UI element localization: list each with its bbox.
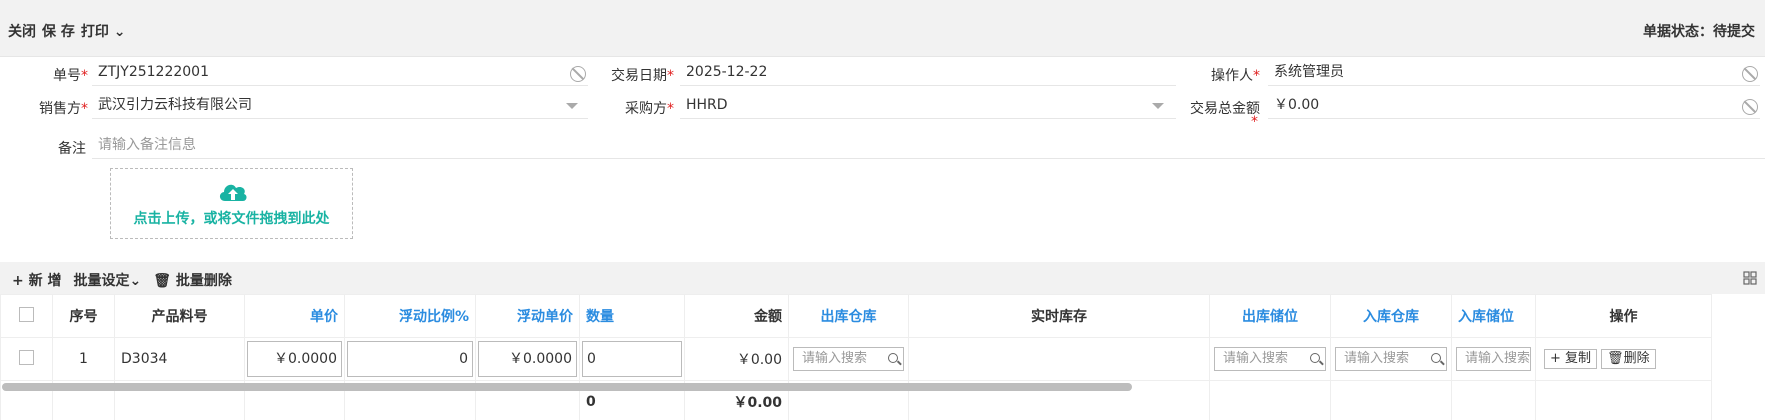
print-button[interactable]: 打印 ⌄ (81, 21, 126, 41)
buyer-label: 采购方* (625, 101, 674, 117)
out-location-search[interactable]: 请输入搜索 (1214, 347, 1326, 371)
seller-label: 销售方* (39, 101, 88, 117)
column-header-out-warehouse: 出库仓库 (788, 294, 909, 338)
column-settings-icon[interactable] (1743, 271, 1757, 285)
order-no-label: 单号* (53, 68, 88, 84)
select-all-checkbox[interactable] (0, 294, 53, 338)
batch-set-button[interactable]: 批量设定⌄ (73, 270, 141, 290)
column-header-product-code: 产品料号 (114, 294, 245, 338)
table-header-row: 序号 产品料号 单价 浮动比例% 浮动单价 数量 金额 出库仓库 实时库存 出库… (0, 294, 1713, 338)
total-amount-field[interactable]: ￥0.00 (1268, 91, 1760, 119)
in-warehouse-search[interactable]: 请输入搜索 (1335, 347, 1447, 371)
in-warehouse-search-placeholder: 请输入搜索 (1344, 351, 1410, 366)
column-header-in-location: 入库储位 (1450, 294, 1537, 338)
remark-input[interactable]: 请输入备注信息 (92, 131, 1765, 159)
buyer-select[interactable]: HHRD (680, 91, 1176, 119)
disabled-icon (1742, 66, 1758, 82)
document-status: 单据状态：待提交 (1643, 24, 1755, 40)
trade-date-label: 交易日期* (611, 68, 674, 84)
in-location-search-placeholder: 请输入搜索 (1465, 351, 1531, 366)
batch-delete-label: 批量删除 (175, 273, 232, 289)
trash-icon: 🗑 (153, 273, 171, 289)
column-header-float-ratio: 浮动比例% (344, 294, 476, 338)
out-warehouse-search-placeholder: 请输入搜索 (802, 351, 868, 366)
in-location-search[interactable]: 请输入搜索 (1456, 347, 1532, 371)
order-no-field[interactable]: ZTJY251222001 (92, 58, 588, 86)
column-header-index: 序号 (52, 294, 115, 338)
upload-text: 点击上传，或将文件拖拽到此处 (133, 211, 330, 227)
chevron-down-icon: ⌄ (113, 24, 126, 40)
float-ratio-input[interactable]: 0 (347, 341, 473, 377)
row-checkbox[interactable] (0, 337, 53, 381)
upload-dropzone[interactable]: 点击上传，或将文件拖拽到此处 (110, 168, 353, 239)
print-label: 打印 (80, 24, 109, 40)
operator-label: 操作人* (1211, 68, 1260, 84)
chevron-down-icon (566, 103, 578, 109)
batch-delete-button[interactable]: 🗑 批量删除 (153, 270, 232, 290)
top-toolbar: 关闭 保 存 打印 ⌄ 单据状态：待提交 (0, 0, 1765, 57)
row-stock (908, 337, 1210, 381)
row-index: 1 (52, 337, 115, 381)
column-header-float-price: 浮动单价 (475, 294, 580, 338)
search-icon (1431, 353, 1441, 363)
out-location-search-placeholder: 请输入搜索 (1223, 351, 1289, 366)
copy-row-button[interactable]: + 复制 (1544, 349, 1598, 369)
table-row: 1 D3034 ￥0.0000 0 ￥0.0000 0 ￥0.00 请输入搜索 … (0, 337, 1713, 381)
add-row-button[interactable]: + 新 增 (12, 270, 61, 290)
unit-price-input[interactable]: ￥0.0000 (247, 341, 342, 377)
detail-table: 序号 产品料号 单价 浮动比例% 浮动单价 数量 金额 出库仓库 实时库存 出库… (0, 294, 1713, 420)
delete-row-label: 删除 (1623, 351, 1650, 366)
disabled-icon (570, 66, 586, 82)
chevron-down-icon (1152, 103, 1164, 109)
disabled-icon (1742, 99, 1758, 115)
column-header-out-location: 出库储位 (1209, 294, 1331, 338)
operator-field[interactable]: 系统管理员 (1268, 58, 1760, 86)
total-amount-label: 交易总金额 * (1190, 101, 1260, 130)
column-header-quantity: 数量 (579, 294, 685, 338)
column-header-unit-price: 单价 (244, 294, 345, 338)
row-product-code: D3034 (114, 337, 245, 381)
chevron-down-icon: ⌄ (129, 273, 142, 289)
remark-label: 备注 (58, 141, 86, 157)
trade-date-field[interactable]: 2025-12-22 (680, 58, 1176, 86)
trash-icon: 🗑 (1607, 351, 1624, 366)
quantity-input[interactable]: 0 (582, 341, 682, 377)
horizontal-scrollbar[interactable] (2, 383, 1132, 391)
float-price-input[interactable]: ￥0.0000 (478, 341, 577, 377)
out-warehouse-search[interactable]: 请输入搜索 (793, 347, 904, 371)
search-icon (1310, 353, 1320, 363)
batch-set-label: 批量设定 (73, 273, 130, 289)
search-icon (888, 353, 898, 363)
row-amount: ￥0.00 (684, 337, 789, 381)
seller-select[interactable]: 武汉引力云科技有限公司 (92, 91, 588, 119)
column-header-stock: 实时库存 (908, 294, 1210, 338)
delete-row-button[interactable]: 🗑删除 (1601, 349, 1656, 369)
column-header-amount: 金额 (684, 294, 789, 338)
column-header-in-warehouse: 入库仓库 (1330, 294, 1452, 338)
close-button[interactable]: 关闭 (8, 21, 36, 41)
column-header-actions: 操作 (1535, 294, 1713, 338)
grid-toolbar: + 新 增 批量设定⌄ 🗑 批量删除 (0, 262, 1765, 294)
toolbar-actions: 关闭 保 存 打印 ⌄ (8, 21, 125, 41)
save-button[interactable]: 保 存 (42, 21, 75, 41)
cloud-upload-icon (219, 184, 247, 201)
